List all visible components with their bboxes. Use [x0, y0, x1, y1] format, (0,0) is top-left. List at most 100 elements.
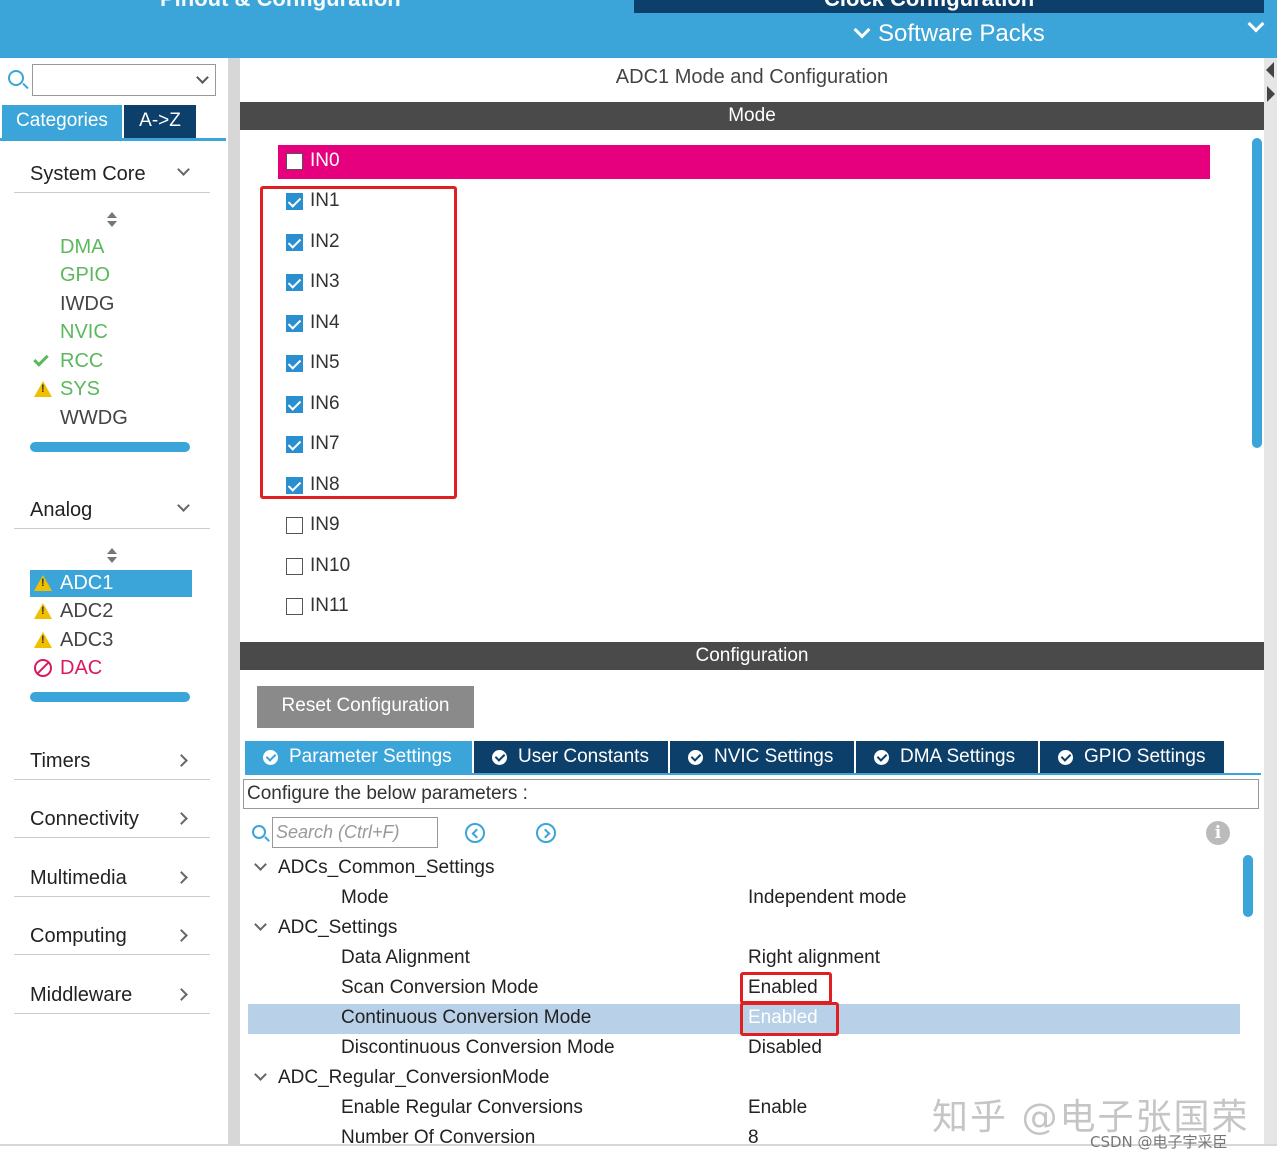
sidebar-item-adc1[interactable]: ADC1 [30, 570, 192, 597]
channel-row-in7[interactable]: IN7 [278, 428, 1210, 462]
channel-checkbox[interactable] [286, 153, 303, 170]
category-timers[interactable]: Timers [14, 742, 210, 780]
category-label: Timers [30, 750, 91, 772]
category-middleware[interactable]: Middleware [14, 976, 210, 1014]
sidebar-item-adc2[interactable]: ADC2 [30, 598, 192, 625]
parameter-search-input[interactable]: Search (Ctrl+F) [272, 817, 438, 848]
previous-match-button[interactable] [465, 823, 485, 843]
info-icon[interactable]: i [1206, 821, 1230, 845]
chevron-down-icon[interactable] [254, 1068, 267, 1081]
sidebar-item-dma[interactable]: DMA [30, 234, 192, 261]
software-packs-menu[interactable]: Software Packs [853, 20, 1045, 48]
horizontal-scrollbar[interactable] [30, 442, 190, 452]
panel-splitter[interactable] [228, 58, 240, 1144]
sort-icon[interactable] [106, 212, 118, 228]
channel-checkbox[interactable] [286, 477, 303, 494]
category-analog[interactable]: Analog [14, 491, 210, 529]
tab-gpio-settings[interactable]: GPIO Settings [1040, 741, 1224, 773]
param-value[interactable]: Enable [748, 1097, 807, 1119]
tab-categories[interactable]: Categories [2, 105, 122, 138]
channel-checkbox[interactable] [286, 193, 303, 210]
channel-row-in1[interactable]: IN1 [278, 185, 1210, 219]
channel-checkbox[interactable] [286, 315, 303, 332]
channel-checkbox[interactable] [286, 355, 303, 372]
param-name: Continuous Conversion Mode [341, 1007, 592, 1028]
tab-clock-configuration[interactable]: Clock Configuration [634, 0, 1264, 13]
channel-row-in10[interactable]: IN10 [278, 550, 1210, 584]
param-row-data-alignment[interactable]: Data Alignment Right alignment [248, 944, 1240, 974]
channel-checkbox[interactable] [286, 517, 303, 534]
channel-checkbox[interactable] [286, 234, 303, 251]
channel-row-in6[interactable]: IN6 [278, 388, 1210, 422]
category-connectivity[interactable]: Connectivity [14, 800, 210, 838]
tab-parameter-settings[interactable]: Parameter Settings [245, 741, 472, 773]
chevron-down-icon[interactable] [254, 918, 267, 931]
sidebar-item-label: IWDG [60, 293, 115, 315]
chevron-down-icon[interactable] [1247, 15, 1265, 33]
channel-row-in9[interactable]: IN9 [278, 509, 1210, 543]
param-value[interactable]: Enabled [748, 977, 818, 999]
channel-row-in8[interactable]: IN8 [278, 469, 1210, 503]
sidebar-item-label: RCC [60, 350, 104, 372]
warning-icon [34, 381, 52, 397]
category-multimedia[interactable]: Multimedia [14, 859, 210, 897]
sidebar-item-dac[interactable]: DAC [30, 655, 192, 682]
tab-dma-settings[interactable]: DMA Settings [856, 741, 1038, 773]
param-row-mode[interactable]: Mode Independent mode [248, 884, 1240, 914]
param-value[interactable]: Independent mode [748, 887, 906, 909]
channel-row-in3[interactable]: IN3 [278, 266, 1210, 300]
param-value[interactable]: Disabled [748, 1037, 822, 1059]
search-combobox[interactable] [32, 64, 216, 96]
tab-label: DMA Settings [900, 746, 1016, 767]
category-system-core[interactable]: System Core [14, 155, 210, 193]
channel-label: IN0 [310, 150, 340, 171]
channel-row-in11[interactable]: IN11 [278, 590, 1210, 624]
channel-row-in4[interactable]: IN4 [278, 307, 1210, 341]
reset-configuration-button[interactable]: Reset Configuration [257, 686, 474, 728]
sidebar-item-gpio[interactable]: GPIO [30, 262, 192, 289]
chevron-right-icon [175, 929, 188, 942]
sidebar-item-label: DAC [60, 657, 103, 679]
tab-nvic-settings[interactable]: NVIC Settings [670, 741, 854, 773]
param-value[interactable]: Right alignment [748, 947, 880, 969]
tab-a-z[interactable]: A->Z [124, 105, 196, 138]
tab-pinout-configuration[interactable]: Pinout & Configuration [160, 0, 401, 12]
channel-row-in5[interactable]: IN5 [278, 347, 1210, 381]
sidebar-item-sys[interactable]: SYS [30, 376, 192, 403]
param-row-discontinuous-conversion-mode[interactable]: Discontinuous Conversion Mode Disabled [248, 1034, 1240, 1064]
tab-user-constants[interactable]: User Constants [474, 741, 668, 773]
right-collapse-strip [1264, 58, 1277, 1144]
horizontal-scrollbar[interactable] [30, 692, 190, 702]
channel-checkbox[interactable] [286, 396, 303, 413]
channel-row-in2[interactable]: IN2 [278, 226, 1210, 260]
sidebar-item-adc3[interactable]: ADC3 [30, 627, 192, 654]
ok-circle-icon [874, 750, 889, 765]
collapse-left-icon[interactable] [1266, 62, 1274, 78]
channel-label: IN5 [310, 352, 340, 373]
channel-row-in0[interactable]: IN0 [278, 145, 1210, 179]
configuration-section-header: Configuration [240, 642, 1264, 670]
channel-checkbox[interactable] [286, 598, 303, 615]
channel-checkbox[interactable] [286, 274, 303, 291]
expand-right-icon[interactable] [1267, 86, 1275, 102]
tree-group-adcs-common-settings[interactable]: ADCs_Common_Settings [248, 854, 1240, 884]
param-row-continuous-conversion-mode[interactable]: Continuous Conversion Mode Enabled [248, 1004, 1240, 1034]
sidebar-item-wwdg[interactable]: WWDG [30, 405, 192, 432]
channel-checkbox[interactable] [286, 558, 303, 575]
chevron-down-icon[interactable] [196, 71, 209, 84]
param-value[interactable]: Enabled [748, 1007, 818, 1029]
chevron-down-icon[interactable] [254, 858, 267, 871]
vertical-scrollbar[interactable] [1252, 138, 1262, 448]
param-row-scan-conversion-mode[interactable]: Scan Conversion Mode Enabled [248, 974, 1240, 1004]
vertical-scrollbar[interactable] [1243, 855, 1253, 917]
sidebar-item-nvic[interactable]: NVIC [30, 319, 192, 346]
sidebar-item-rcc[interactable]: RCC [30, 348, 192, 375]
sidebar-item-iwdg[interactable]: IWDG [30, 291, 192, 318]
tree-group-adc-settings[interactable]: ADC_Settings [248, 914, 1240, 944]
next-match-button[interactable] [536, 823, 556, 843]
param-name: Scan Conversion Mode [341, 977, 539, 998]
configuration-tabs: Parameter Settings User Constants NVIC S… [245, 741, 1261, 775]
category-computing[interactable]: Computing [14, 917, 210, 955]
sort-icon[interactable] [106, 548, 118, 564]
channel-checkbox[interactable] [286, 436, 303, 453]
